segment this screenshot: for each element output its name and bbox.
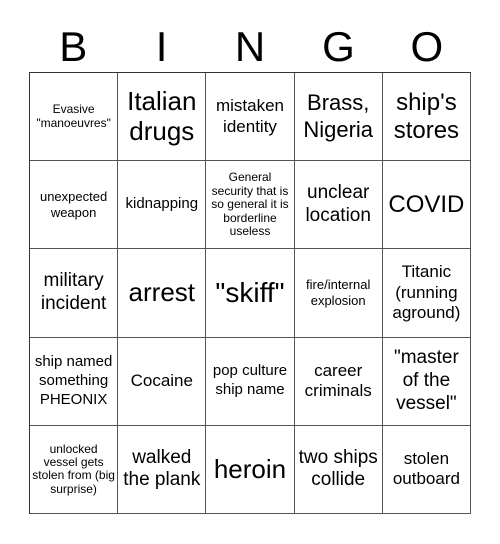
bingo-grid: Evasive "manoeuvres" Italian drugs mistake…	[29, 72, 471, 514]
bingo-cell[interactable]: stolen outboard	[382, 425, 471, 514]
bingo-cell-text: kidnapping	[125, 195, 199, 213]
bingo-cell[interactable]: career criminals	[294, 337, 383, 426]
bingo-cell[interactable]: unclear location	[294, 161, 383, 250]
bingo-cell[interactable]: Cocaine	[118, 337, 207, 426]
bingo-cell-text: unlocked vessel gets stolen from (big su…	[32, 441, 115, 496]
bingo-cell[interactable]: unexpected weapon	[30, 161, 119, 250]
bingo-cell-text: Evasive "manoeuvres"	[36, 102, 111, 130]
bingo-cell-text: arrest	[128, 277, 196, 308]
bingo-cell-text: ship named something PHEONIX	[34, 353, 113, 408]
bingo-cell[interactable]: COVID	[382, 161, 471, 250]
bingo-cell[interactable]: Titanic (running aground)	[382, 249, 471, 338]
bingo-cell-text: Titanic (running aground)	[392, 262, 461, 323]
bingo-cell-text: unclear location	[305, 181, 371, 226]
bingo-cell-text: "master of the vessel"	[393, 347, 459, 414]
bingo-cell[interactable]: "master of the vessel"	[382, 337, 471, 426]
bingo-cell[interactable]: mistaken identity	[206, 73, 295, 162]
bingo-cell-text: "skiff"	[215, 277, 285, 309]
bingo-cell-text: ship's stores	[393, 89, 460, 144]
bingo-cell-text: heroin	[213, 453, 287, 484]
bingo-cell[interactable]: two ships collide	[294, 425, 383, 514]
header-letter-o: O	[410, 23, 444, 70]
bingo-cell-text: military incident	[40, 270, 107, 314]
bingo-cell[interactable]: pop culture ship name	[206, 337, 295, 426]
header-letter-g: G	[322, 23, 355, 70]
bingo-cell[interactable]: heroin	[206, 425, 295, 514]
bingo-header: B I N G O	[29, 22, 471, 72]
header-letter-n: N	[234, 23, 266, 70]
bingo-cell[interactable]: ship named something PHEONIX	[30, 337, 119, 426]
bingo-cell-text: pop culture ship name	[212, 362, 288, 399]
bingo-cell-text: Cocaine	[130, 371, 193, 390]
bingo-cell[interactable]: ship's stores	[382, 73, 471, 162]
bingo-cell-text: Brass, Nigeria	[303, 90, 374, 142]
bingo-cell[interactable]: Brass, Nigeria	[294, 73, 383, 162]
bingo-cell[interactable]: kidnapping	[118, 161, 207, 250]
bingo-cell-text: walked the plank	[123, 446, 201, 491]
bingo-cell-text: mistaken identity	[215, 96, 284, 136]
bingo-cell-text: Italian drugs	[127, 86, 197, 146]
bingo-cell-text: career criminals	[304, 360, 372, 401]
bingo-cell-text: General security that is so general it i…	[211, 170, 289, 238]
bingo-cell-text: stolen outboard	[392, 449, 460, 489]
bingo-cell-text: two ships collide	[298, 446, 378, 491]
bingo-cell[interactable]: arrest	[118, 249, 207, 338]
bingo-cell[interactable]: Italian drugs	[118, 73, 207, 162]
header-letter-i: I	[155, 23, 168, 70]
bingo-cell[interactable]: fire/internal explosion	[294, 249, 383, 338]
bingo-cell[interactable]: General security that is so general it i…	[206, 161, 295, 250]
bingo-cell-text: unexpected weapon	[39, 188, 108, 220]
bingo-cell[interactable]: walked the plank	[118, 425, 207, 514]
bingo-cell[interactable]: "skiff"	[206, 249, 295, 338]
header-letter-b: B	[59, 23, 88, 70]
bingo-cell-text: fire/internal explosion	[306, 276, 371, 308]
bingo-cell[interactable]: Evasive "manoeuvres"	[30, 73, 119, 162]
bingo-cell[interactable]: military incident	[30, 249, 119, 338]
bingo-cell-text: COVID	[388, 190, 465, 218]
bingo-cell[interactable]: unlocked vessel gets stolen from (big su…	[30, 425, 119, 514]
